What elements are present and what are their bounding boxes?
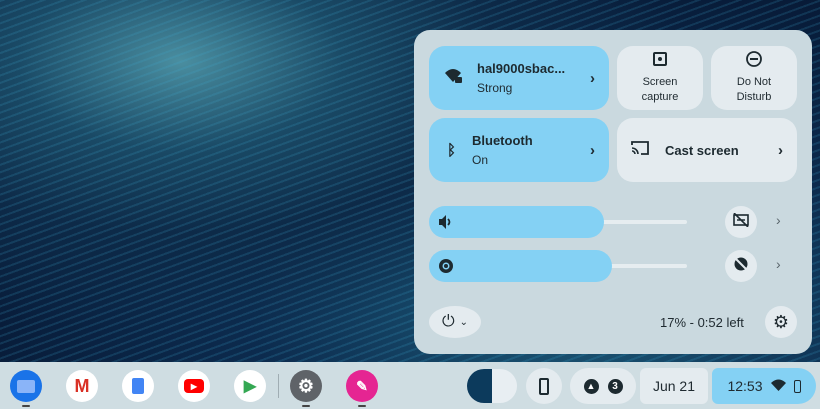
brightness-icon[interactable] (437, 257, 455, 280)
dnd-label-2: Disturb (736, 91, 772, 103)
date-label: Jun 21 (652, 378, 696, 394)
shelf-divider (278, 374, 279, 398)
settings-app-icon[interactable]: ⚙ (290, 370, 322, 402)
time-label: 12:53 (727, 378, 763, 394)
cast-icon (631, 140, 649, 160)
screen-capture-button[interactable]: Screen capture (617, 46, 703, 110)
network-tile[interactable]: hal9000sbac... Strong › (429, 46, 609, 110)
brightness-fill (429, 250, 613, 282)
bluetooth-label: Bluetooth (472, 133, 533, 148)
canvas-app-icon[interactable]: ✎ (346, 370, 378, 402)
play-icon: ▶ (184, 379, 204, 393)
folder-icon (17, 379, 35, 393)
volume-fill (429, 206, 605, 238)
chevron-right-icon[interactable]: › (590, 70, 595, 87)
play-store-app-icon[interactable]: ▶ (234, 370, 266, 402)
gear-icon: ⚙ (772, 311, 790, 332)
running-indicator (302, 405, 310, 407)
bluetooth-status: On (472, 153, 489, 167)
bluetooth-tile[interactable]: ᛒ Bluetooth On › (429, 118, 609, 182)
upload-icon: ▲ (583, 378, 599, 394)
network-status: Strong (477, 81, 513, 95)
wifi-lock-icon (445, 68, 463, 89)
gmail-app-icon[interactable]: M (66, 370, 98, 402)
battery-status-text: 17% - 0:52 left (660, 315, 744, 330)
night-light-button[interactable] (725, 250, 757, 282)
running-indicator (22, 405, 30, 407)
dnd-label-1: Do Not (736, 76, 772, 88)
power-icon: ⏻ (441, 313, 455, 330)
running-indicator (358, 405, 366, 407)
cast-screen-tile[interactable]: Cast screen › (617, 118, 797, 182)
volume-icon[interactable] (437, 213, 455, 236)
phone-icon (539, 377, 549, 395)
power-menu-button[interactable]: ⏻ ⌄ (429, 306, 481, 338)
files-app-icon[interactable] (10, 370, 42, 402)
display-settings-chevron-icon[interactable]: › (776, 256, 781, 272)
network-name: hal9000sbac... (477, 61, 566, 76)
screen-capture-label-2: capture (641, 90, 679, 103)
do-not-disturb-button[interactable]: Do Not Disturb (711, 46, 797, 110)
chevron-right-icon[interactable]: › (590, 142, 595, 159)
quick-settings-panel: hal9000sbac... Strong › Screen capture Do… (414, 30, 812, 354)
notification-count-badge: 3 (607, 378, 623, 394)
bluetooth-icon: ᛒ (447, 141, 457, 159)
night-light-off-icon (733, 255, 749, 277)
audio-settings-chevron-icon[interactable]: › (776, 212, 781, 228)
battery-icon (793, 379, 801, 393)
live-caption-off-button[interactable] (725, 206, 757, 238)
holding-space-tray[interactable] (467, 369, 517, 403)
do-not-disturb-icon (746, 51, 762, 72)
notifications-tray[interactable]: ▲ 3 (570, 368, 636, 404)
wifi-icon (770, 378, 786, 394)
chevron-right-icon[interactable]: › (778, 142, 783, 159)
volume-slider[interactable] (429, 206, 687, 238)
status-area[interactable]: 12:53 (712, 368, 816, 404)
settings-button[interactable]: ⚙ (765, 306, 797, 338)
chevron-down-icon: ⌄ (459, 316, 469, 328)
brightness-slider[interactable] (429, 250, 687, 282)
screen-capture-label-1: Screen (642, 75, 678, 88)
date-tray[interactable]: Jun 21 (640, 368, 708, 404)
cast-screen-label: Cast screen (665, 142, 739, 158)
docs-app-icon[interactable] (122, 370, 154, 402)
phone-hub-button[interactable] (526, 368, 562, 404)
captions-off-icon (733, 211, 749, 232)
screen-capture-icon (653, 51, 667, 71)
youtube-app-icon[interactable]: ▶ (178, 370, 210, 402)
document-icon (132, 378, 144, 394)
